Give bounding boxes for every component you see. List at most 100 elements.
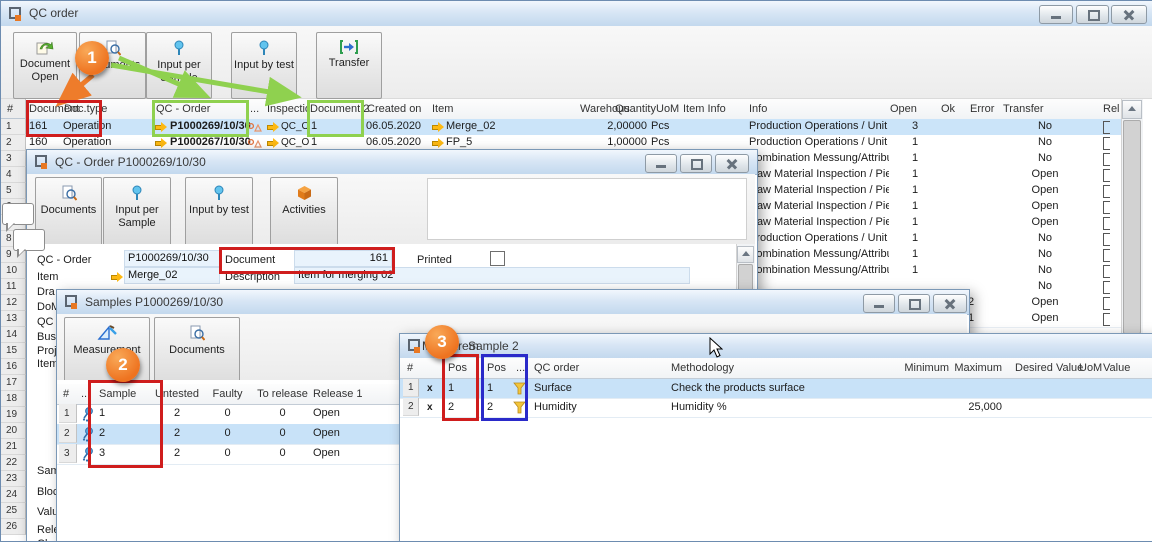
col-item[interactable]: Item <box>432 99 453 119</box>
scroll-up-button[interactable] <box>1122 100 1142 119</box>
row-number[interactable]: 14 <box>1 327 26 343</box>
col-methodology[interactable]: Methodology <box>671 358 734 378</box>
row-number[interactable]: 22 <box>1 455 26 471</box>
qc-order-field[interactable]: P1000269/10/30 <box>124 250 220 267</box>
col-maximum[interactable]: Maximum <box>953 358 1002 378</box>
document-open-button[interactable]: Document Open <box>13 32 77 99</box>
col-transfer[interactable]: Transfer <box>1003 99 1044 119</box>
cell-qc-order[interactable]: P1000267/10/30 <box>170 135 251 150</box>
row-number[interactable]: 5 <box>1 183 26 199</box>
release-checkbox[interactable] <box>1103 233 1110 246</box>
cell-qc-order[interactable]: P1000269/10/30 <box>170 119 251 134</box>
release-checkbox[interactable] <box>1103 281 1110 294</box>
col-info[interactable]: Info <box>749 99 767 119</box>
row-number[interactable]: 21 <box>1 439 26 455</box>
col-inspection[interactable]: Inspection p <box>267 99 308 119</box>
col-minimum[interactable]: Minimum <box>890 358 949 378</box>
maximize-button[interactable] <box>898 294 930 313</box>
row-number[interactable]: 19 <box>1 407 26 423</box>
row-number[interactable]: 2 <box>1 135 26 151</box>
row-number[interactable]: 23 <box>1 471 26 487</box>
col-release1[interactable]: Release 1 <box>313 384 363 404</box>
row-number[interactable]: 15 <box>1 343 26 359</box>
release-checkbox[interactable] <box>1103 201 1110 214</box>
col-sample[interactable]: Sample <box>99 384 136 404</box>
col-dots[interactable]: ... <box>516 358 525 378</box>
row-number[interactable]: 17 <box>1 375 26 391</box>
row-number[interactable]: 18 <box>1 391 26 407</box>
input-by-test-button[interactable]: Input by test <box>185 177 253 246</box>
minimize-button[interactable] <box>863 294 895 313</box>
col-rownum[interactable]: # <box>63 384 69 404</box>
cell-item[interactable]: Merge_02 <box>446 119 496 134</box>
col-uom[interactable]: UoM <box>656 99 679 119</box>
release-checkbox[interactable] <box>1103 297 1110 310</box>
col-rownum[interactable]: # <box>407 358 413 378</box>
documents-button[interactable]: Documents <box>35 177 102 246</box>
row-number[interactable]: 25 <box>1 503 26 519</box>
cell-item[interactable]: FP_5 <box>446 135 472 150</box>
close-button[interactable] <box>715 154 749 173</box>
documents-button[interactable]: Documents <box>154 317 240 384</box>
row-number[interactable]: 13 <box>1 311 26 327</box>
release-checkbox[interactable] <box>1103 313 1110 326</box>
row-number[interactable]: 20 <box>1 423 26 439</box>
table-row[interactable]: 161 Operation P1000269/10/30 QC_OPE 1 06… <box>27 119 1121 136</box>
col-document2[interactable]: Document 2 <box>310 99 369 119</box>
col-value[interactable]: Value <box>1103 358 1130 378</box>
row-number[interactable]: 1 <box>1 119 26 135</box>
minimize-button[interactable] <box>645 154 677 173</box>
col-dots[interactable]: ... <box>250 99 259 119</box>
maximize-button[interactable] <box>1076 5 1109 24</box>
release-checkbox[interactable] <box>1103 185 1110 198</box>
col-doctype[interactable]: Doc.type <box>64 99 107 119</box>
measurement-row[interactable]: 1 x 1 1 Surface Check the products surfa… <box>400 379 1152 399</box>
notes-panel[interactable] <box>427 178 747 240</box>
cell-delete-x[interactable]: x <box>427 400 433 415</box>
close-button[interactable] <box>933 294 967 313</box>
cell-delete-x[interactable]: x <box>427 381 433 396</box>
col-dots[interactable]: ... <box>81 384 90 404</box>
col-qc-order[interactable]: QC order <box>534 358 579 378</box>
measurement-button[interactable]: Measurement <box>64 317 150 384</box>
col-open[interactable]: Open <box>890 99 917 119</box>
col-faulty[interactable]: Faulty <box>205 384 250 404</box>
document-field[interactable]: 161 <box>294 250 392 267</box>
input-per-sample-button[interactable]: Input per Sample <box>103 177 171 246</box>
col-ok[interactable]: Ok <box>941 99 955 119</box>
col-pos2[interactable]: Pos <box>487 358 506 378</box>
main-titlebar[interactable]: QC order <box>1 1 1152 27</box>
samples-titlebar[interactable]: Samples P1000269/10/30 <box>57 290 969 315</box>
item-field[interactable]: Merge_02 <box>124 267 220 284</box>
col-item-info[interactable]: Item Info <box>683 99 726 119</box>
sample-row[interactable]: 1 1 2 0 0 Open <box>57 404 425 425</box>
col-quantity[interactable]: Quantity <box>615 99 656 119</box>
col-to-release[interactable]: To release <box>255 384 310 404</box>
qc-order-titlebar[interactable]: QC - Order P1000269/10/30 <box>27 150 757 175</box>
row-number[interactable]: 10 <box>1 263 26 279</box>
release-checkbox[interactable] <box>1103 169 1110 182</box>
row-number[interactable]: 3 <box>59 444 77 463</box>
release-checkbox[interactable] <box>1103 137 1110 150</box>
row-number[interactable]: 12 <box>1 295 26 311</box>
col-error[interactable]: Error <box>970 99 994 119</box>
release-checkbox[interactable] <box>1103 249 1110 262</box>
row-number[interactable]: 11 <box>1 279 26 295</box>
row-number[interactable]: 16 <box>1 359 26 375</box>
row-number[interactable]: 26 <box>1 519 26 535</box>
sample-row[interactable]: 3 3 2 0 0 Open <box>57 444 425 465</box>
minimize-button[interactable] <box>1039 5 1073 24</box>
col-created-on[interactable]: Created on <box>367 99 421 119</box>
row-number[interactable]: 3 <box>1 151 26 167</box>
release-checkbox[interactable] <box>1103 217 1110 230</box>
row-number[interactable]: 2 <box>403 398 419 416</box>
col-uom[interactable]: UoM <box>1079 358 1102 378</box>
documents-button[interactable]: Documents <box>79 32 146 99</box>
description-field[interactable]: Item for merging 02 <box>294 267 690 284</box>
scroll-up-button[interactable] <box>737 246 754 263</box>
input-per-sample-button[interactable]: Input per Sample <box>146 32 212 99</box>
transfer-button[interactable]: Transfer <box>316 32 382 99</box>
col-pos1[interactable]: Pos <box>448 358 467 378</box>
row-number[interactable]: 1 <box>59 404 77 423</box>
sample-row[interactable]: 2 2 2 0 0 Open <box>57 424 425 445</box>
